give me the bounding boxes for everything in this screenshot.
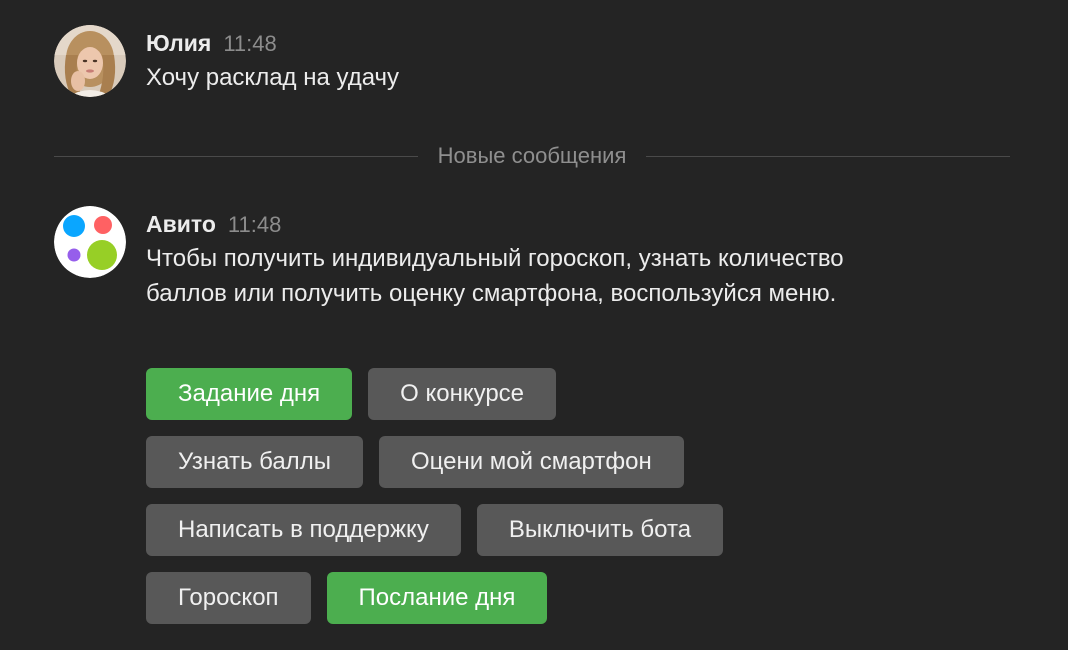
horoscope-button[interactable]: Гороскоп [146,572,311,624]
menu-row: Гороскоп Послание дня [146,572,548,624]
rate-smartphone-button[interactable]: Оцени мой смартфон [378,436,684,488]
user-photo-icon [54,25,126,97]
contact-support-button[interactable]: Написать в поддержку [146,504,461,556]
daily-message-button[interactable]: Послание дня [326,572,548,624]
message-meta: Авито 11:48 [146,209,1026,239]
divider-line [54,155,418,157]
disable-bot-button[interactable]: Выключить бота [476,504,724,556]
message-meta: Юлия 11:48 [146,28,1026,58]
message-content: Юлия 11:48 Хочу расклад на удачу [146,28,1026,95]
message-text: Чтобы получить индивидуальный гороскоп, … [146,245,844,307]
menu-row: Узнать баллы Оцени мой смартфон [146,436,684,488]
author-name[interactable]: Юлия [146,30,211,56]
timestamp: 11:48 [223,31,277,56]
divider-label: Новые сообщения [437,143,627,168]
chat-view: Юлия 11:48 Хочу расклад на удачу Новые со… [0,0,1068,650]
avito-logo-icon [54,206,126,278]
avatar[interactable] [54,25,126,97]
menu-row: Написать в поддержку Выключить бота [146,504,724,556]
message-content: Авито 11:48 Чтобы получить индивидуальный… [146,209,1026,311]
avatar[interactable] [54,206,126,278]
divider-line [646,155,1011,157]
timestamp: 11:48 [227,212,282,237]
daily-task-button[interactable]: Задание дня [146,368,353,420]
menu-row: Задание дня О конкурсе [146,368,557,420]
about-contest-button[interactable]: О конкурсе [368,368,557,420]
author-name[interactable]: Авито [146,211,216,237]
message-text: Хочу расклад на удачу [146,64,400,91]
new-messages-divider: Новые сообщения [54,143,1011,169]
check-points-button[interactable]: Узнать баллы [146,436,363,488]
